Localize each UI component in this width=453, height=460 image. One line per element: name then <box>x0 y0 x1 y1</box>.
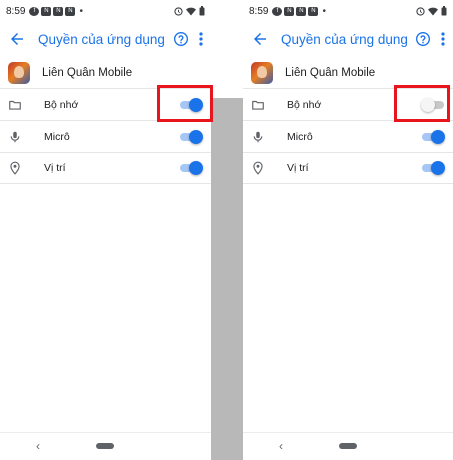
location-toggle[interactable] <box>179 161 203 175</box>
facebook-notification-icon: f <box>29 6 40 16</box>
system-nav-bar: ‹ <box>243 432 453 460</box>
news-notification-icon: N <box>284 6 295 16</box>
permission-label: Vị trí <box>44 162 66 174</box>
app-info-header: Liên Quân Mobile <box>0 58 211 88</box>
help-icon[interactable] <box>415 31 431 47</box>
back-arrow-icon[interactable] <box>8 30 26 48</box>
alarm-icon <box>416 6 425 16</box>
highlight-box-storage-toggle <box>394 85 450 122</box>
screenshot-divider <box>211 98 243 460</box>
app-name: Liên Quân Mobile <box>285 67 376 79</box>
battery-icon <box>199 6 205 16</box>
nav-home-pill[interactable] <box>339 443 357 449</box>
app-avatar <box>8 62 30 84</box>
news-notification-icon: N <box>53 6 64 16</box>
location-pin-icon <box>10 161 20 175</box>
app-name: Liên Quân Mobile <box>42 67 133 79</box>
news-notification-icon: N <box>41 6 52 16</box>
microphone-toggle[interactable] <box>421 129 445 144</box>
nav-back-icon[interactable]: ‹ <box>279 439 283 453</box>
more-notifications-dot-icon: • <box>322 5 326 17</box>
wifi-icon <box>428 7 438 15</box>
permission-row-location[interactable]: Vị trí <box>243 152 453 184</box>
folder-icon <box>9 100 21 110</box>
app-bar: Quyền của ứng dụng <box>243 22 453 56</box>
microphone-toggle[interactable] <box>179 129 203 144</box>
permission-row-microphone[interactable]: Micrô <box>0 120 211 152</box>
permission-label: Bộ nhớ <box>287 98 322 111</box>
status-bar: 8:59 f N N N • <box>243 0 453 22</box>
permission-label: Micrô <box>287 130 313 143</box>
page-title: Quyền của ứng dụng <box>38 31 165 47</box>
permission-row-microphone[interactable]: Micrô <box>243 120 453 152</box>
status-bar: 8:59 f N N N • <box>0 0 211 22</box>
app-info-header: Liên Quân Mobile <box>243 58 453 88</box>
folder-icon <box>252 100 264 110</box>
facebook-notification-icon: f <box>272 6 283 16</box>
app-bar: Quyền của ứng dụng <box>0 22 211 56</box>
permission-label: Micrô <box>44 130 70 143</box>
permission-label: Bộ nhớ <box>44 98 79 111</box>
news-notification-icon: N <box>308 6 319 16</box>
highlight-box-storage-toggle <box>157 85 213 122</box>
app-avatar <box>251 62 273 84</box>
location-pin-icon <box>253 161 263 175</box>
status-time: 8:59 <box>6 5 26 17</box>
help-icon[interactable] <box>173 31 189 47</box>
alarm-icon <box>174 6 183 16</box>
nav-home-pill[interactable] <box>96 443 114 449</box>
status-time: 8:59 <box>249 5 269 17</box>
more-notifications-dot-icon: • <box>79 5 83 17</box>
nav-back-icon[interactable]: ‹ <box>36 439 40 453</box>
battery-icon <box>441 6 447 16</box>
more-options-icon[interactable] <box>441 32 445 46</box>
permission-row-location[interactable]: Vị trí <box>0 152 211 184</box>
permission-label: Vị trí <box>287 162 309 174</box>
microphone-icon <box>10 131 20 142</box>
page-title: Quyền của ứng dụng <box>281 31 408 47</box>
phone-screen-before: 8:59 f N N N • Quyền của ứng dụng Liên Q… <box>0 0 211 460</box>
location-toggle[interactable] <box>421 161 445 175</box>
news-notification-icon: N <box>65 6 76 16</box>
system-nav-bar: ‹ <box>0 432 211 460</box>
news-notification-icon: N <box>296 6 307 16</box>
microphone-icon <box>253 131 263 142</box>
more-options-icon[interactable] <box>199 32 203 46</box>
wifi-icon <box>186 7 196 15</box>
back-arrow-icon[interactable] <box>251 30 269 48</box>
phone-screen-after: 8:59 f N N N • Quyền của ứng dụng Liên Q… <box>243 0 453 460</box>
